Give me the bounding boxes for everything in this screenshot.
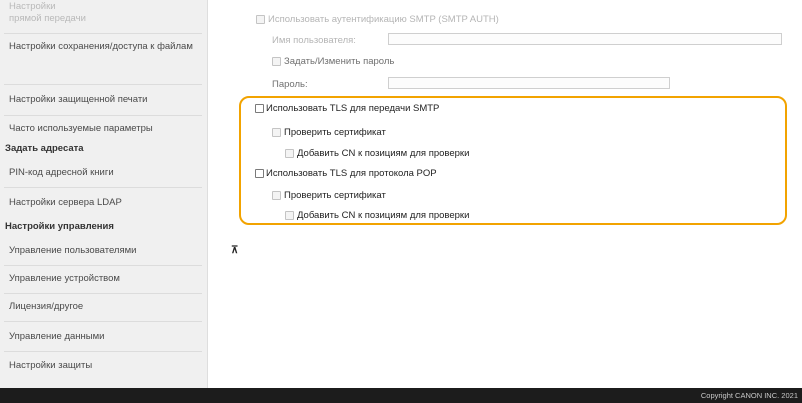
sidebar-item-secure-print[interactable]: Настройки защищенной печати <box>0 93 207 107</box>
sidebar: Настройки прямой передачи Настройки сохр… <box>0 0 208 388</box>
sidebar-divider <box>4 351 202 352</box>
sidebar-divider <box>4 187 202 188</box>
set-password-label: Задать/Изменить пароль <box>284 56 395 67</box>
footer-bar: Copyright CANON INC. 2021 <box>0 388 802 403</box>
sidebar-divider <box>4 33 202 34</box>
smtp-auth-label: Использовать аутентификацию SMTP (SMTP A… <box>268 14 499 25</box>
password-field[interactable] <box>388 77 670 89</box>
sidebar-section-recipient: Задать адресата <box>5 143 84 154</box>
sidebar-item-address-book-pin[interactable]: PIN-код адресной книги <box>0 166 207 180</box>
copyright-text: Copyright CANON INC. 2021 <box>700 391 798 400</box>
sidebar-section-management: Настройки управления <box>5 221 114 232</box>
verify-certificate-checkbox-1[interactable] <box>272 128 281 137</box>
tls-smtp-checkbox[interactable] <box>255 104 264 113</box>
sidebar-item-data-management[interactable]: Управление данными <box>0 330 207 344</box>
add-cn-label-1: Добавить CN к позициям для проверки <box>297 148 470 159</box>
sidebar-item-user-management[interactable]: Управление пользователями <box>0 244 207 258</box>
sidebar-divider <box>4 321 202 322</box>
smtp-auth-checkbox[interactable] <box>256 15 265 24</box>
verify-certificate-checkbox-2[interactable] <box>272 191 281 200</box>
tls-pop-label: Использовать TLS для протокола POP <box>266 168 437 179</box>
sidebar-item-security[interactable]: Настройки защиты <box>0 359 207 373</box>
sidebar-item-ldap[interactable]: Настройки сервера LDAP <box>0 196 207 210</box>
tls-settings-highlight <box>239 96 787 225</box>
sidebar-item-license[interactable]: Лицензия/другое <box>0 300 207 314</box>
username-field[interactable] <box>388 33 782 45</box>
sidebar-divider <box>4 265 202 266</box>
add-cn-checkbox-1[interactable] <box>285 149 294 158</box>
sidebar-item-faded-2[interactable]: прямой передачи <box>0 12 207 26</box>
tls-pop-checkbox[interactable] <box>255 169 264 178</box>
set-password-checkbox[interactable] <box>272 57 281 66</box>
add-cn-label-2: Добавить CN к позициям для проверки <box>297 210 470 221</box>
sidebar-item-common-params[interactable]: Часто используемые параметры <box>0 122 207 136</box>
sidebar-divider <box>4 115 202 116</box>
verify-certificate-label-2: Проверить сертификат <box>284 190 386 201</box>
sidebar-divider <box>4 84 202 85</box>
username-label: Имя пользователя: <box>272 35 356 46</box>
back-to-top-icon[interactable]: ⊼ <box>231 245 238 256</box>
sidebar-item-file-storage[interactable]: Настройки сохранения/доступа к файлам <box>0 40 200 54</box>
verify-certificate-label-1: Проверить сертификат <box>284 127 386 138</box>
password-label: Пароль: <box>272 79 308 90</box>
tls-smtp-label: Использовать TLS для передачи SMTP <box>266 103 440 114</box>
add-cn-checkbox-2[interactable] <box>285 211 294 220</box>
sidebar-item-device-management[interactable]: Управление устройством <box>0 272 207 286</box>
sidebar-divider <box>4 293 202 294</box>
